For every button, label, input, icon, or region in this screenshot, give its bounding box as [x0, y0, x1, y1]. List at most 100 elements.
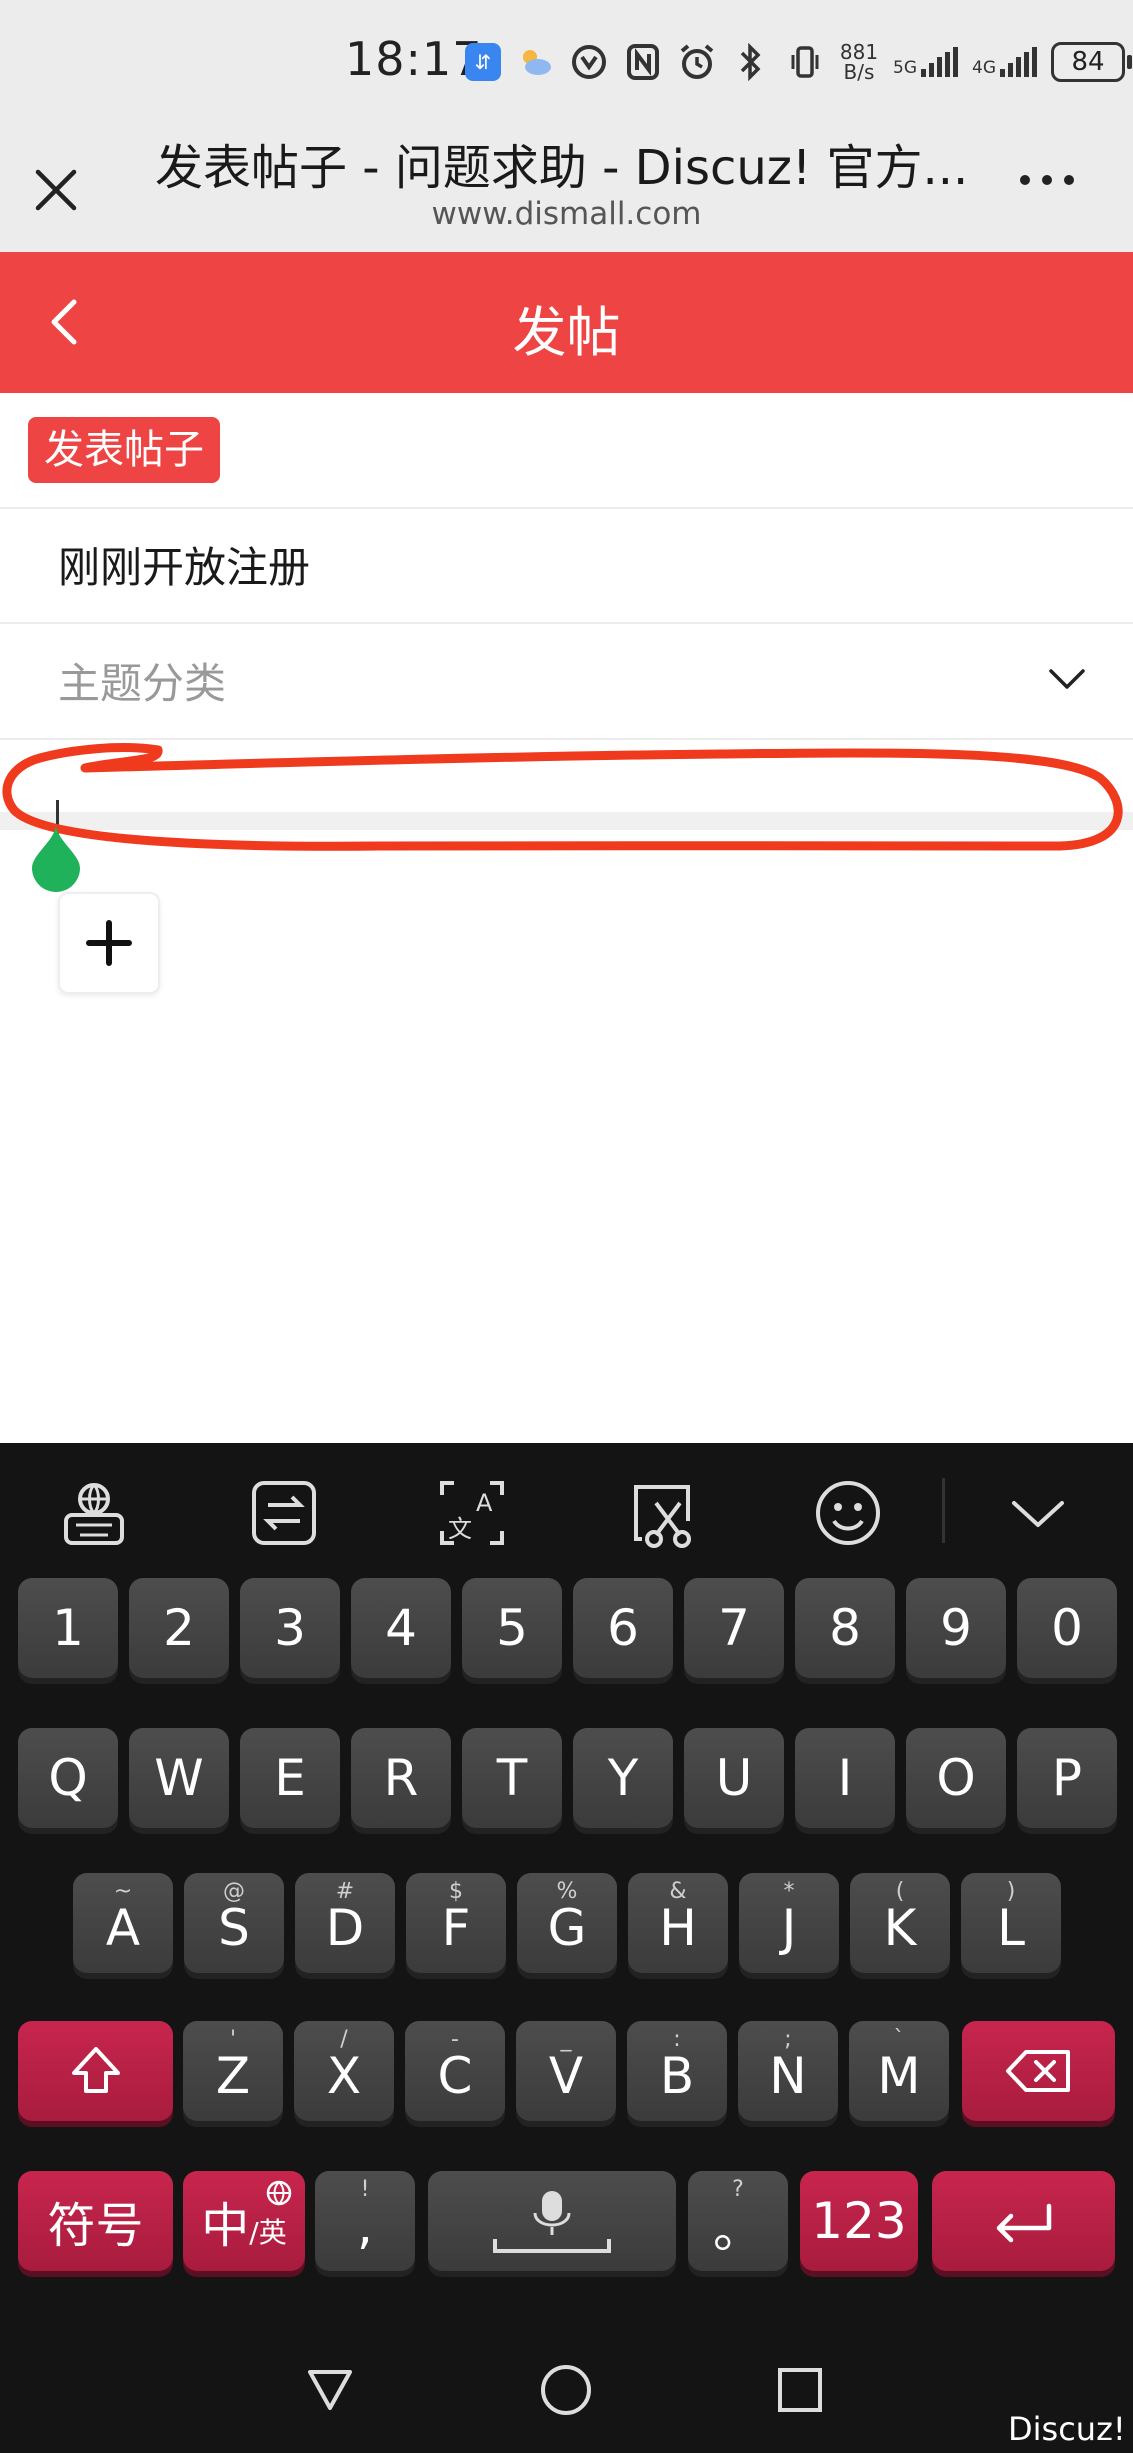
- key-m[interactable]: ` M: [849, 2021, 949, 2121]
- browser-url[interactable]: www.dismall.com: [0, 196, 1133, 232]
- key-p[interactable]: P: [1017, 1728, 1117, 1828]
- backspace-key[interactable]: [962, 2021, 1115, 2121]
- page-title: 发帖: [512, 301, 621, 364]
- clipboard-icon[interactable]: [244, 1473, 324, 1553]
- alarm-icon: [677, 40, 717, 84]
- key-e[interactable]: E: [240, 1728, 340, 1828]
- microphone-icon: [493, 2191, 611, 2253]
- signal-4g-icon: 4G: [972, 47, 1037, 77]
- key-q[interactable]: Q: [18, 1728, 118, 1828]
- key-g[interactable]: % G: [517, 1873, 617, 1973]
- key-1[interactable]: 1: [18, 1578, 118, 1678]
- key-c-sub: -: [451, 2027, 459, 2052]
- page-header: 发帖: [0, 252, 1133, 393]
- key-a[interactable]: ~ A: [73, 1873, 173, 1973]
- language-switch-key[interactable]: 中/英: [183, 2171, 305, 2271]
- key-x-sub: /: [340, 2027, 348, 2052]
- status-icons: ⇵ 881 B/s 5G 4G 84: [465, 36, 1132, 88]
- key-6[interactable]: 6: [573, 1578, 673, 1678]
- browser-toolbar: 发表帖子 - 问题求助 - Discuz! 官方... www.dismall.…: [0, 120, 1133, 252]
- key-t[interactable]: T: [462, 1728, 562, 1828]
- keyboard-settings-icon[interactable]: [54, 1473, 134, 1553]
- edit-crop-icon[interactable]: [622, 1473, 702, 1553]
- hide-keyboard-chevron-icon[interactable]: [998, 1473, 1078, 1553]
- space-key[interactable]: [428, 2171, 676, 2271]
- key-8[interactable]: 8: [795, 1578, 895, 1678]
- svg-text:文: 文: [448, 1515, 472, 1543]
- key-f[interactable]: $ F: [406, 1873, 506, 1973]
- toolbar-separator: [942, 1478, 945, 1543]
- symbols-key[interactable]: 符号: [18, 2171, 173, 2271]
- key-r[interactable]: R: [351, 1728, 451, 1828]
- key-h-sub: &: [669, 1879, 687, 1904]
- key-b[interactable]: :B: [627, 2021, 727, 2121]
- key-u[interactable]: U: [684, 1728, 784, 1828]
- bluetooth-icon: [731, 40, 771, 84]
- numbers-key[interactable]: 123: [800, 2171, 918, 2271]
- key-w[interactable]: W: [129, 1728, 229, 1828]
- key-7[interactable]: 7: [684, 1578, 784, 1678]
- key-9[interactable]: 9: [906, 1578, 1006, 1678]
- selection-handle-icon[interactable]: [28, 820, 84, 892]
- more-options-icon[interactable]: [1020, 175, 1074, 185]
- key-0[interactable]: 0: [1017, 1578, 1117, 1678]
- key-4[interactable]: 4: [351, 1578, 451, 1678]
- key-j-sub: *: [783, 1879, 795, 1904]
- divider: [0, 622, 1133, 624]
- data-saver-icon: [569, 40, 609, 84]
- key-s-sub: @: [223, 1879, 245, 1904]
- enter-key[interactable]: [932, 2171, 1115, 2271]
- globe-icon: [266, 2180, 292, 2206]
- key-5[interactable]: 5: [462, 1578, 562, 1678]
- key-b-main: B: [659, 2047, 695, 2105]
- vibrate-icon: [785, 40, 825, 84]
- key-x[interactable]: / X: [294, 2021, 394, 2121]
- post-type-tag: 发表帖子: [28, 417, 220, 483]
- shift-key[interactable]: [18, 2021, 173, 2121]
- period-key-sub: ?: [732, 2177, 744, 2202]
- key-v[interactable]: _ V: [516, 2021, 616, 2121]
- key-2[interactable]: 2: [129, 1578, 229, 1678]
- chevron-down-icon[interactable]: [1045, 664, 1089, 694]
- soft-keyboard: A文 1234567890 QWERTYUIOP ~ A @ S # D $ F% G & H * J(…: [0, 1443, 1133, 2453]
- signal-5g-icon: 5G: [893, 47, 958, 77]
- key-n-sub: ;: [784, 2027, 792, 2052]
- subject-input[interactable]: 刚刚开放注册: [58, 534, 310, 595]
- emoji-icon[interactable]: [808, 1473, 888, 1553]
- system-navigation-bar: [0, 2330, 1133, 2453]
- language-key-sub: /英: [249, 2216, 287, 2249]
- battery-icon: 84: [1051, 42, 1132, 82]
- key-o[interactable]: O: [906, 1728, 1006, 1828]
- battery-level: 84: [1051, 42, 1125, 82]
- key-i[interactable]: I: [795, 1728, 895, 1828]
- key-k[interactable]: (K: [850, 1873, 950, 1973]
- key-f-sub: $: [449, 1879, 463, 1904]
- key-j[interactable]: * J: [739, 1873, 839, 1973]
- key-3[interactable]: 3: [240, 1578, 340, 1678]
- network-speed-unit: B/s: [843, 60, 875, 84]
- key-y[interactable]: Y: [573, 1728, 673, 1828]
- comma-key-sub: !: [360, 2177, 370, 2202]
- home-circle-icon[interactable]: [536, 2360, 596, 2420]
- comma-key[interactable]: ! ,: [315, 2171, 415, 2271]
- signal-5g-label: 5G: [893, 58, 917, 78]
- back-triangle-icon[interactable]: [300, 2360, 360, 2420]
- key-k-main: K: [883, 1899, 917, 1957]
- key-l[interactable]: ) L: [961, 1873, 1061, 1973]
- key-z[interactable]: ' Z: [183, 2021, 283, 2121]
- key-n[interactable]: ; N: [738, 2021, 838, 2121]
- period-key[interactable]: ? 。: [688, 2171, 788, 2271]
- add-attachment-button[interactable]: [58, 892, 160, 994]
- recents-square-icon[interactable]: [770, 2360, 830, 2420]
- key-a-sub: ~: [113, 1879, 133, 1904]
- key-d[interactable]: # D: [295, 1873, 395, 1973]
- key-f-main: F: [441, 1899, 471, 1957]
- translate-icon[interactable]: A文: [432, 1473, 512, 1553]
- key-v-sub: _: [560, 2027, 572, 2052]
- nfc-icon: [623, 40, 663, 84]
- category-select[interactable]: 主题分类: [58, 650, 226, 711]
- key-c[interactable]: -C: [405, 2021, 505, 2121]
- key-s[interactable]: @ S: [184, 1873, 284, 1973]
- key-h[interactable]: & H: [628, 1873, 728, 1973]
- status-bar: 18:17 ⇵ 881 B/s 5G 4G 84: [0, 0, 1133, 120]
